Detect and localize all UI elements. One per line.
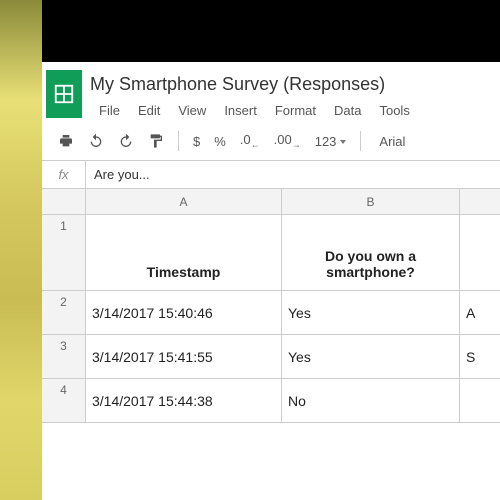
number-format-button[interactable]: 123 bbox=[309, 134, 353, 149]
currency-button[interactable]: $ bbox=[187, 134, 206, 149]
select-all-corner[interactable] bbox=[42, 189, 86, 215]
background-strip bbox=[0, 0, 42, 500]
num-fmt-label: 123 bbox=[315, 134, 337, 149]
menu-tools[interactable]: Tools bbox=[370, 99, 418, 122]
cell[interactable]: 3/14/2017 15:44:38 bbox=[86, 379, 282, 423]
undo-button[interactable] bbox=[82, 128, 110, 154]
decrease-decimal-button[interactable]: .0← bbox=[234, 132, 266, 150]
cell[interactable]: Do you own a smartphone? bbox=[282, 215, 460, 291]
menu-edit[interactable]: Edit bbox=[129, 99, 169, 122]
table-row: 3/14/2017 15:40:46 Yes A bbox=[86, 291, 500, 335]
toolbar-separator bbox=[360, 131, 361, 151]
table-row: Timestamp Do you own a smartphone? bbox=[86, 215, 500, 291]
toolbar-separator bbox=[178, 131, 179, 151]
chevron-down-icon bbox=[340, 140, 346, 144]
grid-icon bbox=[53, 83, 75, 105]
spreadsheet-grid: 1 2 3 4 A B Timestamp Do you own a smart… bbox=[42, 189, 500, 423]
cell[interactable]: A bbox=[460, 291, 500, 335]
cell[interactable]: Yes bbox=[282, 291, 460, 335]
cell[interactable]: 3/14/2017 15:40:46 bbox=[86, 291, 282, 335]
cell[interactable]: Timestamp bbox=[86, 215, 282, 291]
document-title[interactable]: My Smartphone Survey (Responses) bbox=[90, 70, 494, 97]
row-header[interactable]: 4 bbox=[42, 379, 86, 423]
print-icon bbox=[58, 133, 74, 149]
paint-format-button[interactable] bbox=[142, 128, 170, 154]
row-header[interactable]: 1 bbox=[42, 215, 86, 291]
print-button[interactable] bbox=[52, 128, 80, 154]
font-label: Arial bbox=[379, 134, 405, 149]
menu-bar: File Edit View Insert Format Data Tools bbox=[90, 99, 494, 122]
cell[interactable]: Yes bbox=[282, 335, 460, 379]
black-bar bbox=[42, 0, 500, 62]
formula-input[interactable]: Are you... bbox=[86, 167, 158, 182]
fx-label: fx bbox=[42, 161, 86, 188]
redo-icon bbox=[118, 133, 134, 149]
toolbar: $ % .0← .00→ 123 Arial bbox=[42, 124, 500, 161]
title-bar: My Smartphone Survey (Responses) File Ed… bbox=[42, 62, 500, 124]
formula-bar: fx Are you... bbox=[42, 161, 500, 189]
column-header[interactable] bbox=[460, 189, 500, 215]
menu-view[interactable]: View bbox=[169, 99, 215, 122]
cell[interactable]: No bbox=[282, 379, 460, 423]
cell[interactable] bbox=[460, 379, 500, 423]
dec-inc-label: .00 bbox=[274, 132, 292, 147]
dec-dec-label: .0 bbox=[240, 132, 251, 147]
increase-decimal-button[interactable]: .00→ bbox=[268, 132, 307, 150]
cell[interactable]: S bbox=[460, 335, 500, 379]
sheets-logo-icon[interactable] bbox=[46, 70, 82, 118]
column-header[interactable]: A bbox=[86, 189, 282, 215]
redo-button[interactable] bbox=[112, 128, 140, 154]
table-row: 3/14/2017 15:41:55 Yes S bbox=[86, 335, 500, 379]
row-header[interactable]: 2 bbox=[42, 291, 86, 335]
cell[interactable]: 3/14/2017 15:41:55 bbox=[86, 335, 282, 379]
paint-roller-icon bbox=[148, 133, 164, 149]
menu-file[interactable]: File bbox=[90, 99, 129, 122]
column-header[interactable]: B bbox=[282, 189, 460, 215]
menu-format[interactable]: Format bbox=[266, 99, 325, 122]
table-row: 3/14/2017 15:44:38 No bbox=[86, 379, 500, 423]
cell[interactable] bbox=[460, 215, 500, 291]
font-select[interactable]: Arial bbox=[369, 134, 409, 149]
sheets-app: My Smartphone Survey (Responses) File Ed… bbox=[42, 62, 500, 500]
undo-icon bbox=[88, 133, 104, 149]
row-header[interactable]: 3 bbox=[42, 335, 86, 379]
menu-insert[interactable]: Insert bbox=[215, 99, 266, 122]
percent-button[interactable]: % bbox=[208, 134, 232, 149]
menu-data[interactable]: Data bbox=[325, 99, 370, 122]
